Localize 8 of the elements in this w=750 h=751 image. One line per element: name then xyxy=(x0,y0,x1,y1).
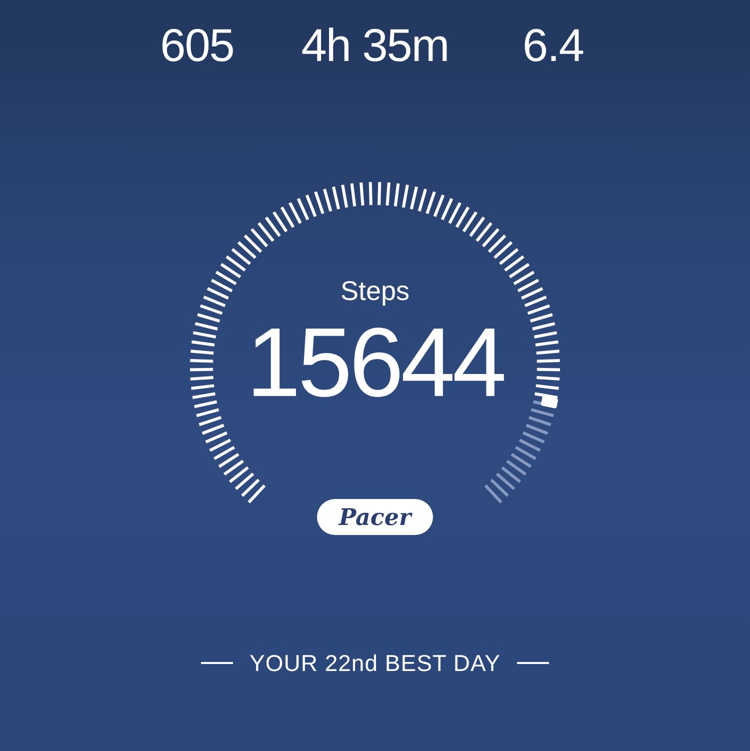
gauge-marker xyxy=(540,396,558,409)
best-day-text: YOUR 22nd BEST DAY xyxy=(249,649,501,678)
stat-value: 605 xyxy=(159,18,235,73)
stat-value: 6.4 xyxy=(522,18,584,73)
stat-value: 4h 35m xyxy=(300,18,450,73)
brand-logo: Pacer xyxy=(317,499,433,535)
steps-count: 15644 xyxy=(246,310,504,414)
steps-label: Steps xyxy=(340,275,410,308)
